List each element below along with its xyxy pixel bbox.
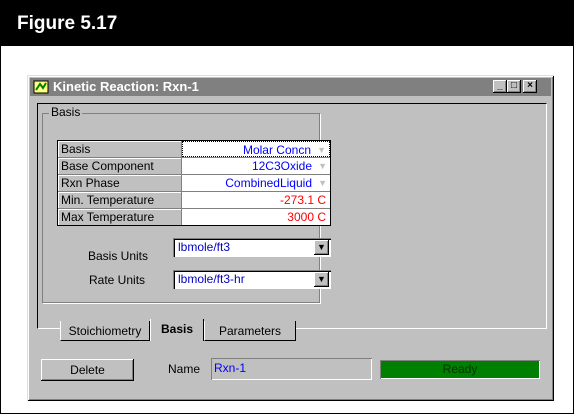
name-value: Rxn-1 bbox=[214, 361, 247, 375]
window-titlebar[interactable]: Kinetic Reaction: Rxn-1 _ □ × bbox=[30, 78, 551, 96]
basis-value-dropdown[interactable]: Molar Concn ▼ bbox=[182, 141, 330, 157]
grid-label: Rxn Phase bbox=[58, 175, 182, 191]
basis-units-value: lbmole/ft3 bbox=[178, 240, 231, 254]
basis-units-select[interactable]: lbmole/ft3 ▼ bbox=[173, 238, 331, 257]
figure-title: Figure 5.17 bbox=[17, 13, 118, 34]
rate-units-value: lbmole/ft3-hr bbox=[178, 272, 245, 286]
min-temperature-input[interactable]: -273.1 C bbox=[182, 192, 330, 208]
grid-row-max-temperature[interactable]: Max Temperature 3000 C bbox=[58, 209, 330, 225]
rate-units-label: Rate Units bbox=[89, 273, 146, 287]
chevron-down-icon[interactable]: ▼ bbox=[314, 272, 329, 287]
grid-label: Min. Temperature bbox=[58, 192, 182, 208]
base-component-dropdown[interactable]: 12C3Oxide ▼ bbox=[182, 158, 330, 174]
grid-row-min-temperature[interactable]: Min. Temperature -273.1 C bbox=[58, 192, 330, 209]
dropdown-arrow-icon: ▼ bbox=[317, 145, 326, 155]
name-input[interactable]: Rxn-1 bbox=[211, 358, 372, 380]
chevron-down-icon[interactable]: ▼ bbox=[314, 240, 329, 255]
basis-property-grid: Basis Molar Concn ▼ Base Component 12C3O… bbox=[57, 140, 331, 226]
minimize-button[interactable]: _ bbox=[493, 80, 507, 93]
kinetic-reaction-window: Kinetic Reaction: Rxn-1 _ □ × Basis Basi… bbox=[27, 75, 554, 401]
rxn-phase-value: CombinedLiquid bbox=[225, 176, 312, 190]
reaction-app-icon bbox=[33, 80, 49, 94]
delete-button[interactable]: Delete bbox=[41, 359, 134, 381]
tab-basis[interactable]: Basis bbox=[150, 319, 204, 341]
basis-units-label: Basis Units bbox=[88, 249, 149, 263]
base-component-value: 12C3Oxide bbox=[251, 159, 312, 173]
grid-label: Base Component bbox=[58, 158, 182, 174]
name-label: Name bbox=[168, 362, 201, 376]
dropdown-arrow-icon: ▼ bbox=[318, 161, 327, 171]
grid-row-base-component[interactable]: Base Component 12C3Oxide ▼ bbox=[58, 158, 330, 175]
figure-header: Figure 5.17 bbox=[0, 0, 574, 46]
grid-row-basis[interactable]: Basis Molar Concn ▼ bbox=[58, 141, 330, 158]
grid-label: Basis bbox=[58, 141, 182, 157]
dropdown-arrow-icon: ▼ bbox=[318, 178, 327, 188]
close-button[interactable]: × bbox=[523, 80, 537, 93]
tab-stoichiometry[interactable]: Stoichiometry bbox=[60, 321, 150, 341]
window-title: Kinetic Reaction: Rxn-1 bbox=[53, 79, 199, 94]
basis-value: Molar Concn bbox=[242, 143, 311, 157]
rate-units-select[interactable]: lbmole/ft3-hr ▼ bbox=[173, 270, 331, 289]
grid-label: Max Temperature bbox=[58, 209, 182, 225]
tab-parameters[interactable]: Parameters bbox=[204, 321, 296, 341]
basis-group-label: Basis bbox=[49, 105, 83, 119]
grid-row-rxn-phase[interactable]: Rxn Phase CombinedLiquid ▼ bbox=[58, 175, 330, 192]
rxn-phase-dropdown[interactable]: CombinedLiquid ▼ bbox=[182, 175, 330, 191]
maximize-button[interactable]: □ bbox=[507, 80, 521, 93]
max-temperature-input[interactable]: 3000 C bbox=[182, 209, 330, 225]
status-bar: Ready bbox=[380, 360, 540, 379]
